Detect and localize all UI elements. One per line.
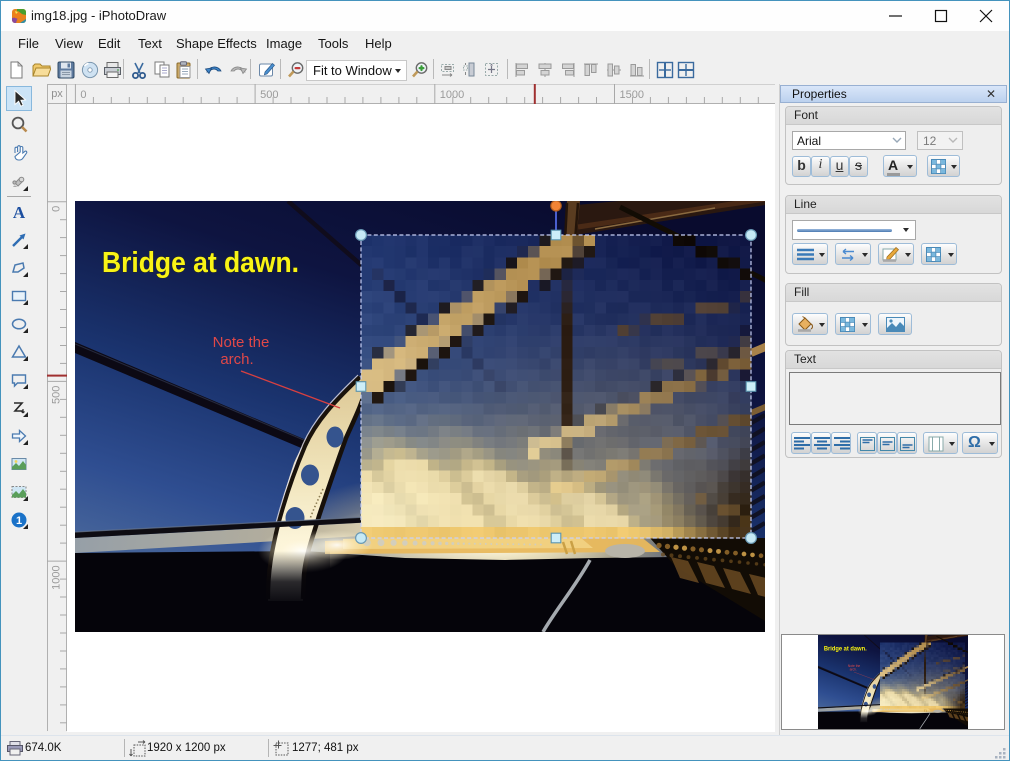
svg-text:1000: 1000 <box>51 565 63 589</box>
svg-text:1000: 1000 <box>440 89 464 101</box>
svg-text:Note the: Note the <box>213 334 270 351</box>
svg-text:0: 0 <box>51 206 63 212</box>
svg-text:Bridge at dawn.: Bridge at dawn. <box>102 247 299 279</box>
svg-text:1: 1 <box>16 515 22 527</box>
svg-text:1500: 1500 <box>620 89 644 101</box>
svg-text:A: A <box>13 203 26 221</box>
svg-text:arch.: arch. <box>220 351 253 368</box>
svg-text:500: 500 <box>51 386 63 404</box>
svg-text:0: 0 <box>80 89 86 101</box>
svg-text:500: 500 <box>260 89 278 101</box>
